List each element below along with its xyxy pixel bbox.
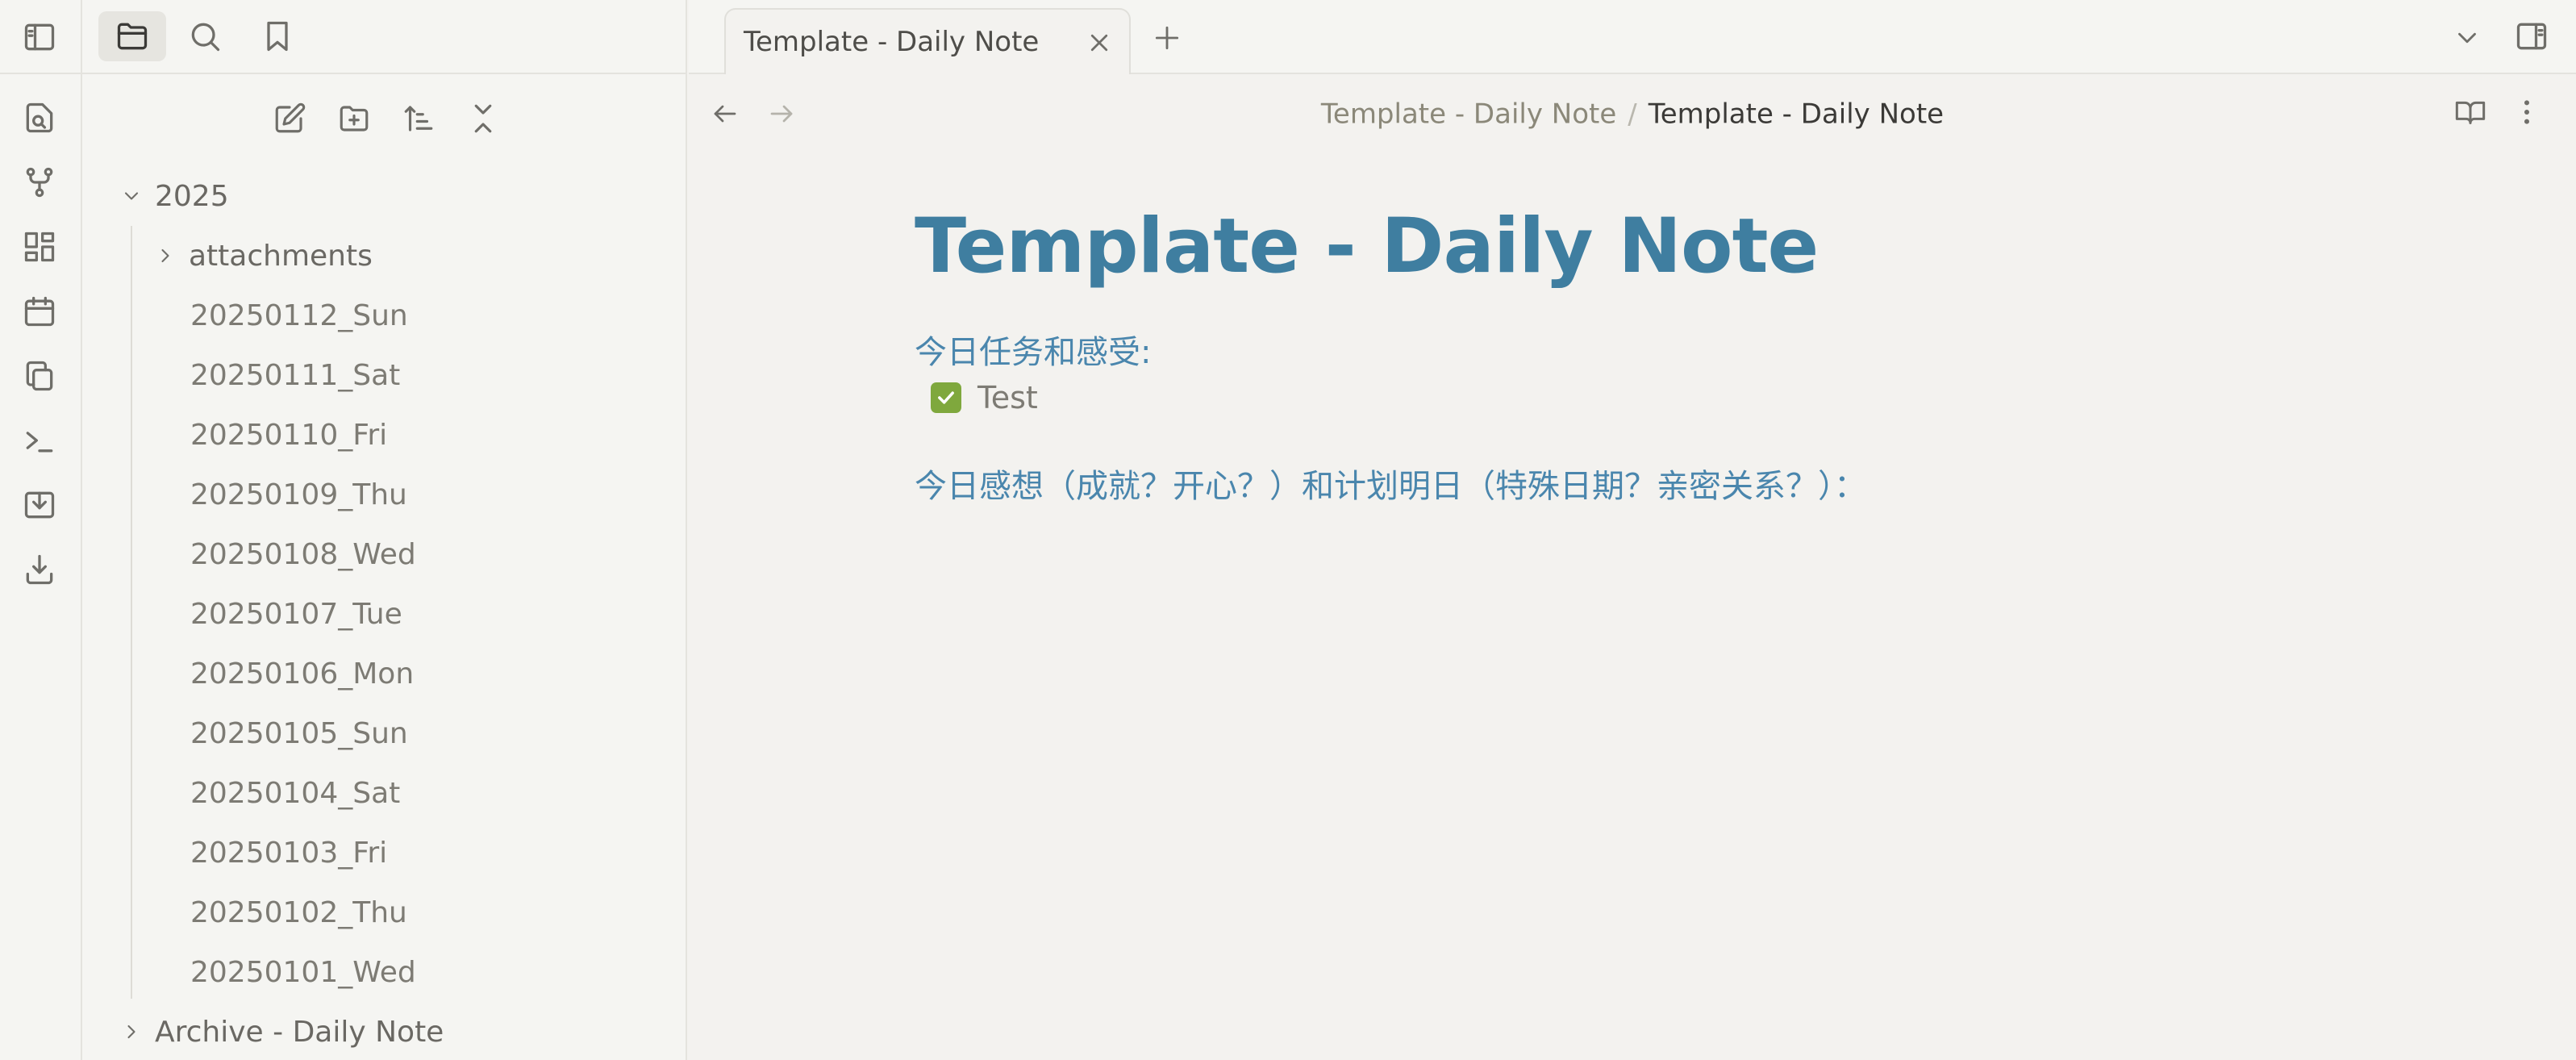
file-item[interactable]: 20250101_Wed: [190, 948, 416, 996]
file-label: 20250106_Mon: [190, 657, 415, 691]
tab-title: Template - Daily Note: [744, 26, 1040, 58]
view-header: Template - Daily Note / Template - Daily N…: [689, 74, 2576, 152]
chevron-right-icon: [153, 244, 177, 268]
file-item[interactable]: 20250110_Fri: [190, 411, 387, 459]
more-options-icon[interactable]: [2507, 92, 2547, 132]
search-icon[interactable]: [171, 11, 239, 61]
sidebar-tab-strip: [82, 0, 687, 74]
file-label: 20250107_Tue: [190, 597, 402, 631]
folder-label: 2025: [155, 179, 229, 213]
terminal-icon[interactable]: [20, 421, 59, 460]
copy-icon[interactable]: [20, 357, 59, 395]
ribbon: [0, 0, 82, 1060]
file-label: 20250103_Fri: [190, 836, 388, 870]
tab-template-daily-note[interactable]: Template - Daily Note: [724, 8, 1131, 74]
section-heading-reflection: 今日感想（成就？开心？）和计划明日（特殊日期？亲密关系？）：: [915, 467, 1866, 505]
task-item[interactable]: Test: [931, 380, 2366, 415]
close-icon[interactable]: [1084, 27, 1115, 58]
sort-icon[interactable]: [398, 98, 439, 139]
file-label: 20250110_Fri: [190, 418, 388, 452]
file-item[interactable]: 20250103_Fri: [190, 828, 387, 877]
new-note-icon[interactable]: [269, 98, 310, 139]
file-label: 20250102_Thu: [190, 895, 407, 929]
breadcrumb-separator: /: [1628, 98, 1637, 131]
editor-area: Template - Daily Note Template - Daily N…: [689, 0, 2576, 1060]
breadcrumb-current[interactable]: Template - Daily Note: [1649, 98, 1944, 131]
file-label: 20250109_Thu: [190, 478, 407, 511]
file-label: 20250108_Wed: [190, 537, 416, 571]
collapse-all-icon[interactable]: [463, 98, 503, 139]
file-item[interactable]: 20250105_Sun: [190, 709, 408, 757]
file-label: 20250112_Sun: [190, 298, 408, 332]
file-explorer-actions: [82, 94, 687, 142]
folder-label: Archive - Daily Note: [155, 1015, 444, 1049]
breadcrumb: Template - Daily Note / Template - Daily N…: [689, 97, 2576, 131]
file-item[interactable]: 20250112_Sun: [190, 291, 408, 340]
new-tab-plus-icon[interactable]: [1147, 18, 1187, 58]
chevron-right-icon: [119, 1020, 144, 1044]
file-item[interactable]: 20250102_Thu: [190, 888, 407, 937]
graph-icon[interactable]: [20, 163, 59, 202]
ribbon-top: [0, 0, 82, 74]
file-explorer-sidebar: 2025 attachments 20250112_Sun 20250111_S…: [82, 0, 687, 1060]
section-heading-tasks: 今日任务和感受:: [915, 333, 1152, 371]
file-item[interactable]: 20250104_Sat: [190, 769, 400, 817]
bookmark-icon[interactable]: [244, 11, 311, 61]
chevron-down-icon: [119, 184, 144, 208]
files-icon[interactable]: [98, 11, 166, 61]
calendar-icon[interactable]: [20, 292, 59, 331]
file-item[interactable]: 20250107_Tue: [190, 590, 402, 638]
note-title[interactable]: Template - Daily Note: [915, 202, 2366, 293]
folder-label: attachments: [189, 239, 373, 273]
folder-2025[interactable]: 2025: [119, 172, 229, 220]
task-label: Test: [977, 379, 1038, 415]
new-folder-icon[interactable]: [334, 98, 374, 139]
file-item[interactable]: 20250108_Wed: [190, 530, 416, 578]
tab-bar: Template - Daily Note: [689, 0, 2576, 74]
reading-view-book-icon[interactable]: [2450, 92, 2491, 132]
import-icon[interactable]: [20, 486, 59, 524]
note-content[interactable]: Template - Daily Note 今日任务和感受: Test 今日感想…: [915, 202, 2366, 507]
file-label: 20250104_Sat: [190, 776, 401, 810]
download-icon[interactable]: [20, 550, 59, 589]
chevron-down-icon[interactable]: [2447, 18, 2487, 58]
folder-attachments[interactable]: attachments: [153, 232, 373, 280]
file-label: 20250111_Sat: [190, 358, 401, 392]
breadcrumb-parent[interactable]: Template - Daily Note: [1321, 98, 1616, 131]
file-item[interactable]: 20250111_Sat: [190, 351, 400, 399]
file-label: 20250105_Sun: [190, 716, 408, 750]
grid-icon[interactable]: [20, 227, 59, 266]
file-item[interactable]: 20250109_Thu: [190, 470, 407, 519]
right-sidebar-toggle-icon[interactable]: [2511, 16, 2552, 56]
tree-indent-guide: [131, 226, 132, 999]
file-label: 20250101_Wed: [190, 955, 416, 989]
file-search-icon[interactable]: [20, 98, 59, 137]
sidebar-toggle-icon[interactable]: [20, 18, 59, 56]
folder-archive[interactable]: Archive - Daily Note: [119, 1008, 444, 1056]
checkbox-checked-icon[interactable]: [931, 382, 961, 413]
file-item[interactable]: 20250106_Mon: [190, 649, 414, 698]
